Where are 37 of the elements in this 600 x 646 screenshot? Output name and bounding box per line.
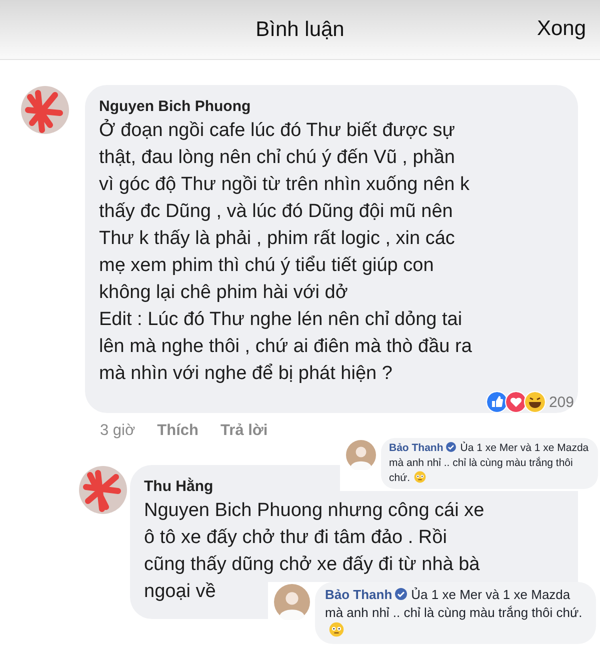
comment-time: 3 giờ (100, 421, 136, 441)
avatar-icon[interactable] (346, 440, 376, 470)
comment-text: Bảo Thanh Ủa 1 xe Mer và 1 xe Mazda mà anh nhỉ .. chỉ là cùng màu trắng thôi chứ. (325, 586, 586, 640)
comment-text: mẹ xem phim thì chú ý tiểu tiết giúp con (99, 254, 434, 278)
comment-text: Nguyen Bich Phuong nhưng công cái xe (144, 499, 484, 523)
laugh-reaction-icon (524, 391, 546, 413)
done-button[interactable]: Xong (536, 17, 586, 41)
comment-text: mà nhìn với nghe để bị phát hiện ? (99, 362, 392, 386)
comment-text: lên mà nghe thôi , chứ ai điên mà thò đầu ra (99, 335, 472, 359)
page-title: Bình luận (256, 18, 344, 42)
avatar-icon[interactable] (78, 465, 128, 515)
reaction-count[interactable]: 209 (548, 394, 574, 410)
comment-author[interactable]: Thu Hằng (144, 477, 214, 497)
comment-text: Edit : Lúc đó Thư nghe lén nên chỉ dỏng tai (99, 308, 462, 332)
comment-text: Thư k thấy là phải , phim rất logic , xin các (99, 227, 455, 251)
avatar-icon[interactable] (20, 85, 70, 135)
comment-text: thấy đc Dũng , và lúc đó Dũng đội mũ nên (99, 200, 453, 224)
verified-badge-icon (446, 442, 456, 452)
flushed-face-icon (329, 622, 344, 637)
comment-author[interactable]: Nguyen Bich Phuong (99, 97, 251, 117)
verified-badge-icon (395, 588, 408, 600)
comment-text: Ở đoạn ngồi cafe lúc đó Thư biết được sự (99, 118, 455, 143)
love-reaction-icon (504, 391, 527, 413)
comment-text: ngoại về (144, 580, 216, 604)
like-link[interactable]: Thích (157, 421, 198, 441)
flushed-face-icon (414, 471, 426, 483)
like-reaction-icon (486, 391, 508, 413)
comment-text: cũng thấy dũng chở xe đấy đi từ nhà bà (144, 553, 480, 577)
reply-link[interactable]: Trả lời (220, 421, 268, 441)
comment-author[interactable]: Bảo Thanh (325, 587, 392, 602)
comment-text: không lại chê phim hài với dở (99, 281, 348, 305)
comment-author[interactable]: Bảo Thanh (389, 442, 444, 454)
avatar-icon[interactable] (274, 584, 310, 620)
comment-text: ô tô xe đấy chở thư đi tâm đảo . Rồi (144, 526, 447, 550)
comment-text: vì góc độ Thư ngồi từ trên nhìn xuống nên k (99, 173, 470, 197)
comment-text: thật, đau lòng nên chỉ chú ý đến Vũ , phần (99, 146, 455, 170)
comment-text: Bảo Thanh Ủa 1 xe Mer và 1 xe Mazda mà anh nhỉ .. chỉ là cùng màu trắng thôi chứ. (389, 441, 590, 486)
